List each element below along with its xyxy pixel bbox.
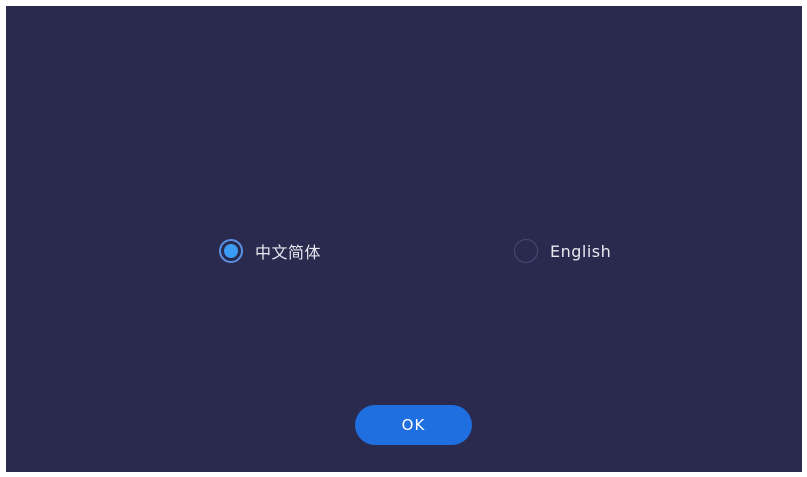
radio-unchecked-icon (514, 239, 538, 263)
radio-checked-icon (219, 239, 243, 263)
radio-label-chinese: 中文简体 (255, 243, 322, 262)
radio-chinese-simplified[interactable]: 中文简体 (219, 231, 321, 271)
ok-button[interactable]: OK (355, 405, 472, 445)
radio-label-english: English (550, 241, 612, 261)
radio-english[interactable]: English (514, 231, 611, 271)
language-select-screen: 中文简体 English OK (6, 6, 802, 472)
